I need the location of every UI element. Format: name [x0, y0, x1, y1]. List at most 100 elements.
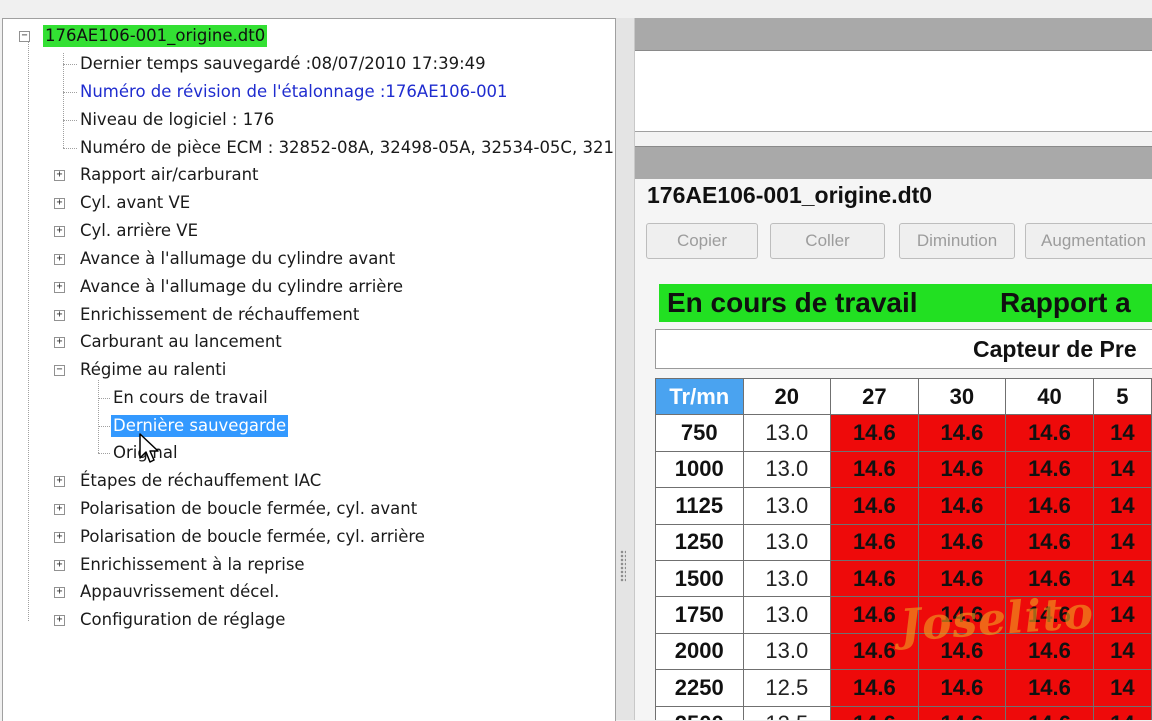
tree-group-rear-ve[interactable]: Cyl. arrière VE	[78, 220, 200, 242]
table-cell[interactable]: 13.0	[742, 559, 832, 598]
expand-icon[interactable]: +	[54, 476, 65, 487]
expand-icon[interactable]: +	[54, 615, 65, 626]
table-cell-changed[interactable]: 14.6	[1005, 705, 1094, 720]
tree-group-label[interactable]: Polarisation de boucle fermée, cyl. arri…	[78, 526, 427, 548]
tree-group-label[interactable]: Configuration de réglage	[78, 609, 287, 631]
tree-group-accel[interactable]: Enrichissement à la reprise	[78, 554, 307, 576]
table-cell[interactable]: 13.0	[742, 487, 832, 525]
tree-root-label[interactable]: 176AE106-001_origine.dt0	[43, 25, 268, 47]
panel-splitter[interactable]	[616, 18, 635, 720]
expand-icon[interactable]: +	[54, 226, 65, 237]
tree-group-label[interactable]: Rapport air/carburant	[78, 164, 261, 186]
paste-button[interactable]: Coller	[770, 223, 885, 259]
calibration-tree[interactable]: − 176AE106-001_origine.dt0 Dernier temps…	[3, 19, 615, 721]
tree-group-cranking[interactable]: Carburant au lancement	[78, 331, 284, 353]
tree-group-label[interactable]: Appauvrissement décel.	[78, 581, 281, 603]
copy-button[interactable]: Copier	[646, 223, 758, 259]
table-cell-changed[interactable]: 14.6	[917, 669, 1007, 707]
table-cell-changed[interactable]: 14	[1092, 450, 1152, 489]
tree-group-label[interactable]: Enrichissement de réchauffement	[78, 304, 361, 326]
table-cell-changed[interactable]: 14.6	[830, 450, 919, 489]
tree-group-air-fuel[interactable]: Rapport air/carburant	[78, 164, 261, 186]
tree-child-label[interactable]: En cours de travail	[111, 387, 270, 409]
tree-info-item[interactable]: Dernier temps sauvegardé :08/07/2010 17:…	[78, 53, 488, 75]
tree-group-label[interactable]: Enrichissement à la reprise	[78, 554, 307, 576]
calibration-tree-panel[interactable]: − 176AE106-001_origine.dt0 Dernier temps…	[2, 18, 616, 721]
expand-icon[interactable]: +	[54, 198, 65, 209]
table-cell-changed[interactable]: 14	[1092, 669, 1152, 707]
tree-child-last-saved[interactable]: Dernière sauvegarde	[111, 415, 289, 437]
collapse-root-icon[interactable]: −	[19, 31, 30, 42]
tree-group-iac[interactable]: Étapes de réchauffement IAC	[78, 470, 323, 492]
table-cell-changed[interactable]: 14.6	[830, 669, 919, 707]
tree-child-working[interactable]: En cours de travail	[111, 387, 270, 409]
tree-group-idle[interactable]: Régime au ralenti	[78, 359, 228, 381]
table-cell[interactable]: 13.0	[742, 414, 832, 452]
table-cell-changed[interactable]: 14.6	[917, 450, 1007, 489]
table-cell-changed[interactable]: 14	[1092, 523, 1152, 561]
table-cell[interactable]: 12.5	[742, 705, 832, 720]
table-cell-changed[interactable]: 14.6	[830, 523, 919, 561]
tree-group-cl-rear[interactable]: Polarisation de boucle fermée, cyl. arri…	[78, 526, 427, 548]
table-cell-changed[interactable]: 14	[1092, 414, 1152, 452]
table-cell-changed[interactable]: 14	[1092, 487, 1152, 525]
tree-info-label[interactable]: Numéro de pièce ECM : 32852-08A, 32498-0…	[78, 137, 615, 159]
table-cell-changed[interactable]: 14	[1092, 632, 1152, 671]
tree-group-label[interactable]: Cyl. arrière VE	[78, 220, 200, 242]
tree-group-label[interactable]: Carburant au lancement	[78, 331, 284, 353]
table-cell-changed[interactable]: 14.6	[830, 559, 919, 598]
tree-group-label[interactable]: Étapes de réchauffement IAC	[78, 470, 323, 492]
table-cell-changed[interactable]: 14.6	[1005, 487, 1094, 525]
tree-info-item[interactable]: Numéro de révision de l'étalonnage :176A…	[78, 81, 510, 103]
table-cell-changed[interactable]: 14.6	[1005, 450, 1094, 489]
table-cell[interactable]: 13.0	[742, 632, 832, 671]
expand-icon[interactable]: +	[54, 504, 65, 515]
table-cell[interactable]: 13.0	[742, 450, 832, 489]
table-cell-changed[interactable]: 14.6	[830, 487, 919, 525]
tree-child-label-selected[interactable]: Dernière sauvegarde	[111, 415, 289, 437]
table-cell-changed[interactable]: 14	[1092, 596, 1152, 634]
table-cell-changed[interactable]: 14.6	[1005, 414, 1094, 452]
tree-group-warmup[interactable]: Enrichissement de réchauffement	[78, 304, 361, 326]
increase-button[interactable]: Augmentation	[1025, 223, 1152, 259]
tree-root-node[interactable]: 176AE106-001_origine.dt0	[43, 25, 268, 47]
tree-info-item[interactable]: Numéro de pièce ECM : 32852-08A, 32498-0…	[78, 137, 615, 159]
expand-icon[interactable]: +	[54, 310, 65, 321]
tree-group-rear-spark[interactable]: Avance à l'allumage du cylindre arrière	[78, 276, 405, 298]
table-cell-changed[interactable]: 14.6	[917, 523, 1007, 561]
table-cell-changed[interactable]: 14.6	[1005, 669, 1094, 707]
table-cell-changed[interactable]: 14.6	[917, 414, 1007, 452]
tree-group-label[interactable]: Avance à l'allumage du cylindre avant	[78, 248, 397, 270]
expand-icon[interactable]: +	[54, 254, 65, 265]
tree-group-front-spark[interactable]: Avance à l'allumage du cylindre avant	[78, 248, 397, 270]
tree-group-label[interactable]: Régime au ralenti	[78, 359, 228, 381]
table-cell-changed[interactable]: 14.6	[1005, 523, 1094, 561]
table-cell-changed[interactable]: 14.6	[830, 705, 919, 720]
tree-group-config[interactable]: Configuration de réglage	[78, 609, 287, 631]
expand-icon[interactable]: +	[54, 282, 65, 293]
tree-group-label[interactable]: Avance à l'allumage du cylindre arrière	[78, 276, 405, 298]
collapse-icon[interactable]: −	[54, 365, 65, 376]
table-cell-changed[interactable]: 14.6	[917, 559, 1007, 598]
tree-info-label[interactable]: Numéro de révision de l'étalonnage :176A…	[78, 81, 510, 103]
tree-info-item[interactable]: Niveau de logiciel : 176	[78, 109, 276, 131]
table-cell[interactable]: 13.0	[742, 523, 832, 561]
tree-group-cl-front[interactable]: Polarisation de boucle fermée, cyl. avan…	[78, 498, 419, 520]
tree-group-label[interactable]: Cyl. avant VE	[78, 192, 192, 214]
expand-icon[interactable]: +	[54, 560, 65, 571]
tree-info-label[interactable]: Niveau de logiciel : 176	[78, 109, 276, 131]
expand-icon[interactable]: +	[54, 337, 65, 348]
afr-table[interactable]: Tr/mn 20 27 30 40 5 750 13.0 14.6 14.6 14.6 14 1000 1…	[655, 378, 1152, 720]
tree-group-front-ve[interactable]: Cyl. avant VE	[78, 192, 192, 214]
table-cell-changed[interactable]: 14	[1092, 559, 1152, 598]
tree-info-label[interactable]: Dernier temps sauvegardé :08/07/2010 17:…	[78, 53, 488, 75]
expand-icon[interactable]: +	[54, 532, 65, 543]
expand-icon[interactable]: +	[54, 170, 65, 181]
decrease-button[interactable]: Diminution	[899, 223, 1015, 259]
table-cell-changed[interactable]: 14.6	[830, 414, 919, 452]
table-cell-changed[interactable]: 14.6	[917, 705, 1007, 720]
table-cell-changed[interactable]: 14.6	[917, 487, 1007, 525]
expand-icon[interactable]: +	[54, 587, 65, 598]
tree-group-label[interactable]: Polarisation de boucle fermée, cyl. avan…	[78, 498, 419, 520]
table-cell-changed[interactable]: 14	[1092, 705, 1152, 720]
